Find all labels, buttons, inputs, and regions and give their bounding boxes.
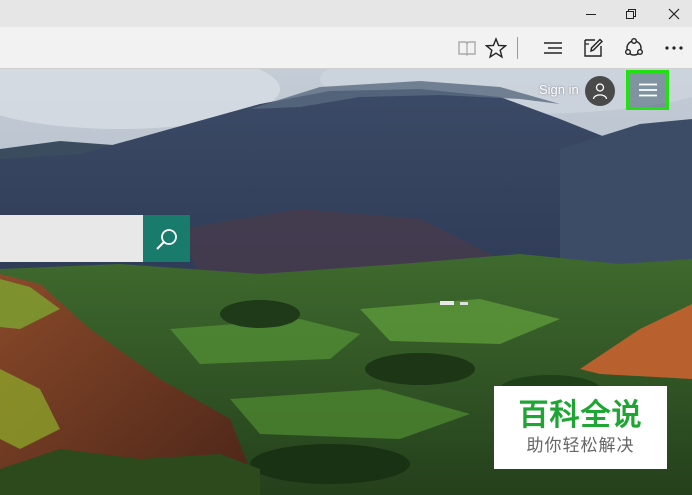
watermark-title: 百科全说: [518, 397, 643, 433]
signin-link[interactable]: Sign in: [539, 82, 579, 97]
restore-icon: [626, 8, 636, 19]
avatar[interactable]: [585, 76, 615, 106]
web-note-button[interactable]: [578, 33, 608, 63]
more-button[interactable]: [659, 33, 689, 63]
browser-toolbar: [0, 27, 692, 69]
close-button[interactable]: [657, 0, 691, 27]
watermark-logo: 百科全说 助你轻松解决: [494, 386, 667, 469]
favorites-button[interactable]: [481, 33, 511, 63]
favorite-star-icon: [485, 37, 507, 59]
watermark-subtitle: 助你轻松解决: [526, 435, 635, 456]
title-bar: [0, 0, 692, 27]
user-icon: [592, 83, 608, 100]
share-icon: [625, 38, 643, 56]
web-note-icon: [584, 38, 603, 57]
search-button[interactable]: [143, 215, 190, 262]
menu-button[interactable]: [626, 70, 669, 110]
share-button[interactable]: [619, 33, 649, 63]
reading-view-button[interactable]: [452, 33, 482, 63]
close-icon: [668, 8, 680, 19]
search-icon: [155, 228, 177, 250]
hamburger-menu-icon: [638, 83, 657, 97]
hub-button[interactable]: [538, 33, 568, 63]
minimize-button[interactable]: [574, 0, 608, 27]
restore-button[interactable]: [614, 0, 648, 27]
reading-view-icon: [458, 41, 476, 56]
toolbar-separator: [517, 37, 518, 59]
search-input[interactable]: [0, 215, 143, 262]
minimize-icon: [586, 13, 596, 15]
hub-icon: [544, 42, 562, 54]
more-icon: [665, 46, 683, 50]
